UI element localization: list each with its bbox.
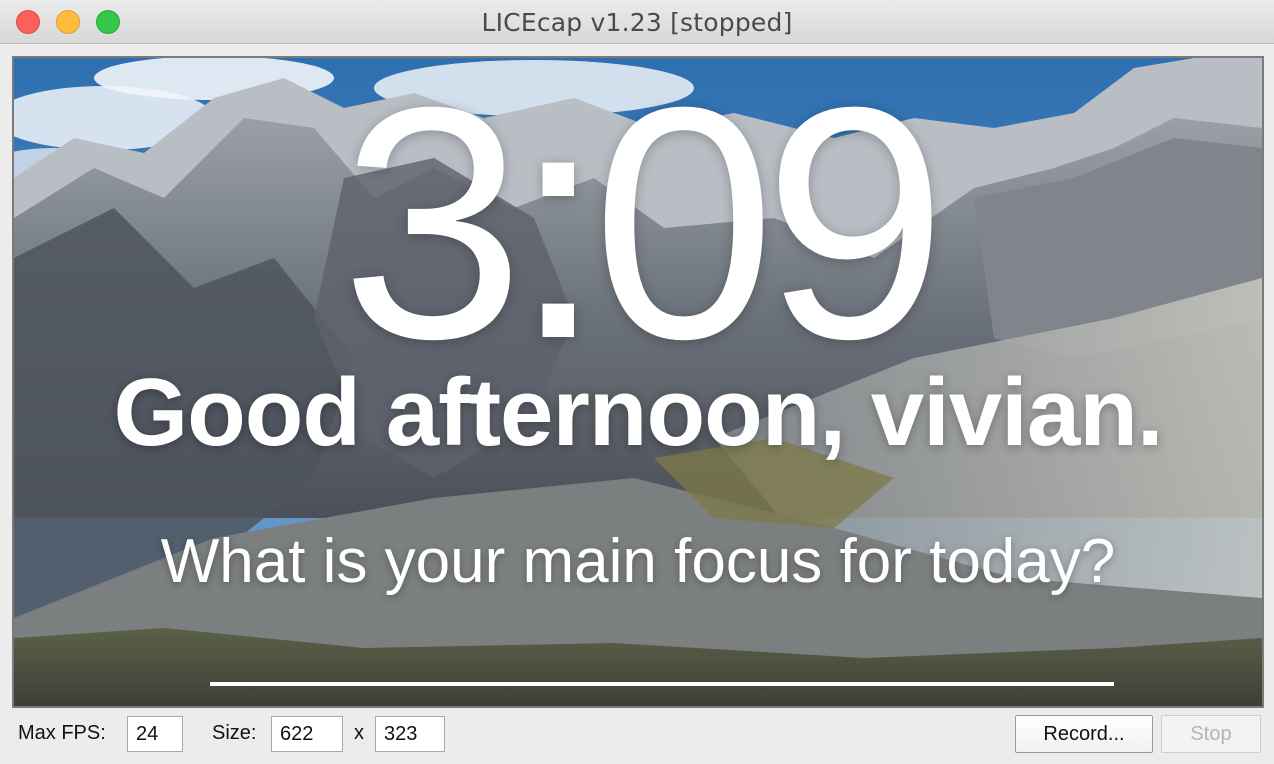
max-fps-label: Max FPS: (18, 722, 106, 744)
height-field[interactable] (375, 716, 445, 752)
title-bar[interactable]: LICEcap v1.23 [stopped] (0, 0, 1274, 44)
max-fps-field[interactable] (127, 716, 183, 752)
focus-input[interactable] (210, 654, 1114, 686)
licecap-window: LICEcap v1.23 [stopped] 3:09 Good aftern… (0, 0, 1274, 764)
size-separator: x (354, 722, 364, 744)
greeting-text: Good afternoon, vivian. (113, 359, 1163, 466)
size-label: Size: (212, 722, 257, 744)
capture-frame[interactable]: 3:09 Good afternoon, vivian. What is you… (12, 56, 1264, 708)
stop-button[interactable]: Stop (1161, 715, 1261, 753)
bottom-toolbar: Max FPS: Size: x Record... Stop (0, 708, 1274, 764)
record-button[interactable]: Record... (1015, 715, 1153, 753)
focus-question: What is your main focus for today? (160, 527, 1116, 596)
clock-display: 3:09 (340, 56, 947, 407)
window-title: LICEcap v1.23 [stopped] (481, 8, 793, 37)
width-field[interactable] (271, 716, 343, 752)
